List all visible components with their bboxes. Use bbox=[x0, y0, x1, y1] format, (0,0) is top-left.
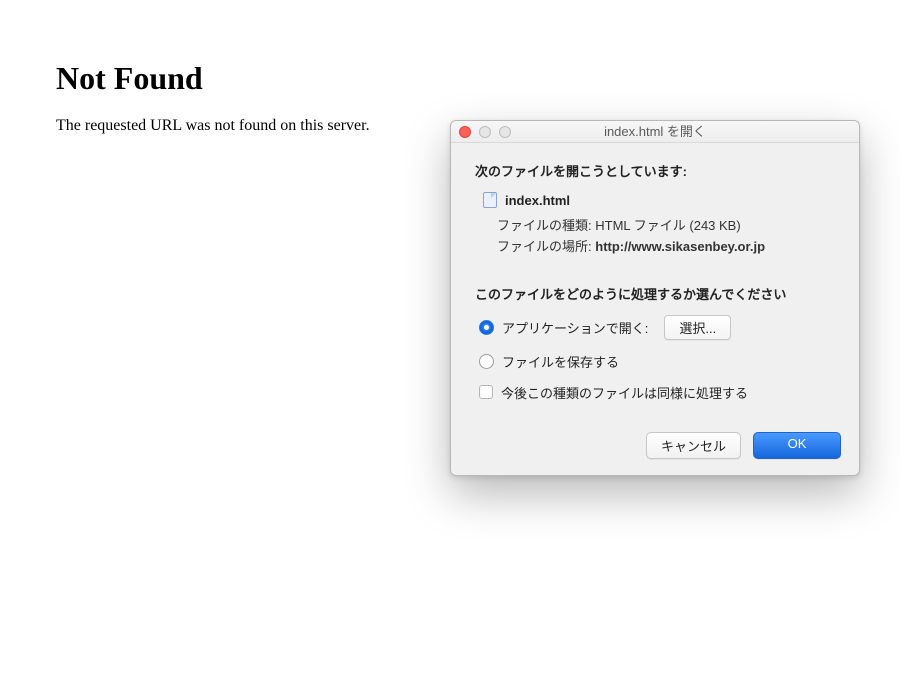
option-open-with[interactable]: アプリケーションで開く: 選択... bbox=[479, 315, 835, 340]
file-location-label: ファイルの場所: bbox=[497, 239, 592, 254]
dialog-lead-text: 次のファイルを開こうとしています: bbox=[475, 161, 835, 180]
dialog-title: index.html を開く bbox=[451, 121, 859, 143]
dialog-footer: キャンセル OK bbox=[451, 420, 859, 475]
close-icon[interactable] bbox=[459, 126, 471, 138]
radio-save-file[interactable] bbox=[479, 354, 494, 369]
page-heading: Not Found bbox=[56, 60, 900, 97]
remember-checkbox[interactable] bbox=[479, 385, 493, 399]
open-file-dialog: index.html を開く 次のファイルを開こうとしています: index.h… bbox=[450, 120, 860, 476]
file-name: index.html bbox=[505, 193, 570, 208]
file-type-label: ファイルの種類: bbox=[497, 218, 592, 233]
file-meta: ファイルの種類: HTML ファイル (243 KB) ファイルの場所: htt… bbox=[497, 216, 835, 258]
option-save-file[interactable]: ファイルを保存する bbox=[479, 352, 835, 371]
window-controls bbox=[459, 126, 511, 138]
file-row: index.html bbox=[483, 192, 835, 208]
file-type-value: HTML ファイル (243 KB) bbox=[595, 218, 740, 233]
option-open-with-label: アプリケーションで開く: bbox=[502, 318, 648, 337]
zoom-icon[interactable] bbox=[499, 126, 511, 138]
html-file-icon bbox=[483, 192, 497, 208]
dialog-question: このファイルをどのように処理するか選んでください bbox=[475, 284, 835, 303]
file-location-value: http://www.sikasenbey.or.jp bbox=[595, 239, 765, 254]
dialog-titlebar[interactable]: index.html を開く bbox=[451, 121, 859, 143]
radio-open-with[interactable] bbox=[479, 320, 494, 335]
choose-app-button[interactable]: 選択... bbox=[664, 315, 731, 340]
minimize-icon[interactable] bbox=[479, 126, 491, 138]
remember-choice-row[interactable]: 今後この種類のファイルは同様に処理する bbox=[479, 383, 835, 402]
remember-label: 今後この種類のファイルは同様に処理する bbox=[501, 383, 748, 402]
cancel-button[interactable]: キャンセル bbox=[646, 432, 741, 459]
ok-button[interactable]: OK bbox=[753, 432, 841, 459]
option-save-label: ファイルを保存する bbox=[502, 352, 619, 371]
